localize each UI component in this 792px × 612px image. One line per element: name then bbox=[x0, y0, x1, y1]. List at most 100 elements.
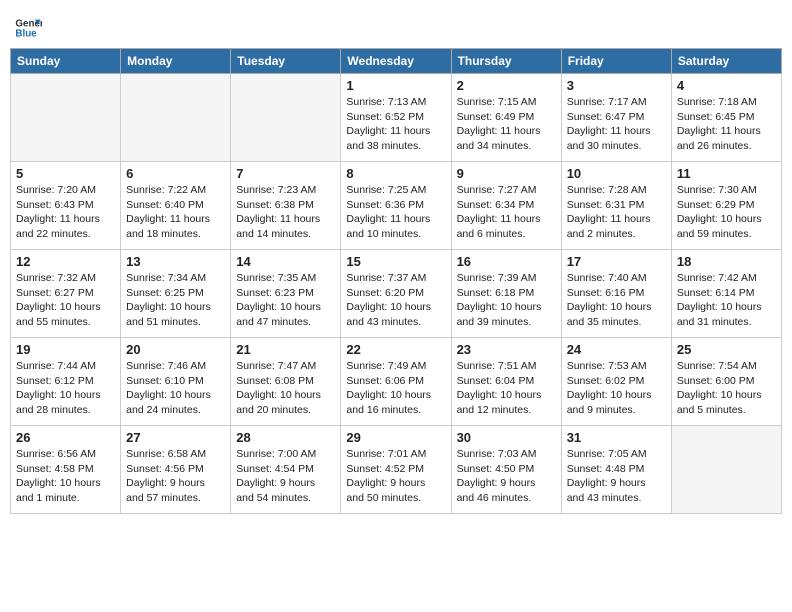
day-number: 7 bbox=[236, 166, 335, 181]
day-number: 13 bbox=[126, 254, 225, 269]
cell-info: Sunrise: 7:23 AM Sunset: 6:38 PM Dayligh… bbox=[236, 183, 335, 242]
cell-info: Sunrise: 7:46 AM Sunset: 6:10 PM Dayligh… bbox=[126, 359, 225, 418]
calendar-cell: 27 Sunrise: 6:58 AM Sunset: 4:56 PM Dayli… bbox=[121, 426, 231, 514]
weekday-header-tuesday: Tuesday bbox=[231, 49, 341, 74]
day-number: 9 bbox=[457, 166, 556, 181]
cell-info: Sunrise: 7:22 AM Sunset: 6:40 PM Dayligh… bbox=[126, 183, 225, 242]
day-number: 1 bbox=[346, 78, 445, 93]
logo-icon: General Blue bbox=[14, 14, 42, 42]
cell-info: Sunrise: 7:30 AM Sunset: 6:29 PM Dayligh… bbox=[677, 183, 776, 242]
calendar-cell: 4Sunrise: 7:18 AM Sunset: 6:45 PM Daylig… bbox=[671, 74, 781, 162]
weekday-header-wednesday: Wednesday bbox=[341, 49, 451, 74]
calendar-cell: 2 Sunrise: 7:15 AM Sunset: 6:49 PM Daylig… bbox=[451, 74, 561, 162]
day-number: 27 bbox=[126, 430, 225, 445]
svg-text:Blue: Blue bbox=[15, 28, 37, 39]
cell-info: Sunrise: 7:47 AM Sunset: 6:08 PM Dayligh… bbox=[236, 359, 335, 418]
calendar-cell: 13 Sunrise: 7:34 AM Sunset: 6:25 PM Dayli… bbox=[121, 250, 231, 338]
day-number: 8 bbox=[346, 166, 445, 181]
cell-info: Sunrise: 7:01 AM Sunset: 4:52 PM Dayligh… bbox=[346, 447, 445, 506]
day-number: 20 bbox=[126, 342, 225, 357]
calendar-cell bbox=[11, 74, 121, 162]
calendar-week-5: 26 Sunrise: 6:56 AM Sunset: 4:58 PM Dayli… bbox=[11, 426, 782, 514]
day-number: 18 bbox=[677, 254, 776, 269]
cell-info: Sunrise: 7:54 AM Sunset: 6:00 PM Dayligh… bbox=[677, 359, 776, 418]
calendar-cell: 7 Sunrise: 7:23 AM Sunset: 6:38 PM Daylig… bbox=[231, 162, 341, 250]
cell-info: Sunrise: 7:34 AM Sunset: 6:25 PM Dayligh… bbox=[126, 271, 225, 330]
calendar-cell: 21 Sunrise: 7:47 AM Sunset: 6:08 PM Dayli… bbox=[231, 338, 341, 426]
calendar-cell: 16 Sunrise: 7:39 AM Sunset: 6:18 PM Dayli… bbox=[451, 250, 561, 338]
calendar-cell: 22 Sunrise: 7:49 AM Sunset: 6:06 PM Dayli… bbox=[341, 338, 451, 426]
calendar-week-4: 19 Sunrise: 7:44 AM Sunset: 6:12 PM Dayli… bbox=[11, 338, 782, 426]
cell-info: Sunrise: 7:18 AM Sunset: 6:45 PM Dayligh… bbox=[677, 95, 776, 154]
day-number: 23 bbox=[457, 342, 556, 357]
calendar-cell: 29 Sunrise: 7:01 AM Sunset: 4:52 PM Dayli… bbox=[341, 426, 451, 514]
cell-info: Sunrise: 6:58 AM Sunset: 4:56 PM Dayligh… bbox=[126, 447, 225, 506]
day-number: 24 bbox=[567, 342, 666, 357]
calendar-cell: 26 Sunrise: 6:56 AM Sunset: 4:58 PM Dayli… bbox=[11, 426, 121, 514]
cell-info: Sunrise: 7:13 AM Sunset: 6:52 PM Dayligh… bbox=[346, 95, 445, 154]
day-number: 2 bbox=[457, 78, 556, 93]
cell-info: Sunrise: 7:42 AM Sunset: 6:14 PM Dayligh… bbox=[677, 271, 776, 330]
calendar-week-1: 1 Sunrise: 7:13 AM Sunset: 6:52 PM Daylig… bbox=[11, 74, 782, 162]
calendar-table: SundayMondayTuesdayWednesdayThursdayFrid… bbox=[10, 48, 782, 514]
cell-info: Sunrise: 6:56 AM Sunset: 4:58 PM Dayligh… bbox=[16, 447, 115, 506]
day-number: 29 bbox=[346, 430, 445, 445]
day-number: 31 bbox=[567, 430, 666, 445]
cell-info: Sunrise: 7:51 AM Sunset: 6:04 PM Dayligh… bbox=[457, 359, 556, 418]
weekday-header-friday: Friday bbox=[561, 49, 671, 74]
calendar-cell: 24 Sunrise: 7:53 AM Sunset: 6:02 PM Dayli… bbox=[561, 338, 671, 426]
day-number: 15 bbox=[346, 254, 445, 269]
day-number: 10 bbox=[567, 166, 666, 181]
calendar-cell: 25Sunrise: 7:54 AM Sunset: 6:00 PM Dayli… bbox=[671, 338, 781, 426]
calendar-cell: 17 Sunrise: 7:40 AM Sunset: 6:16 PM Dayli… bbox=[561, 250, 671, 338]
cell-info: Sunrise: 7:17 AM Sunset: 6:47 PM Dayligh… bbox=[567, 95, 666, 154]
calendar-week-3: 12Sunrise: 7:32 AM Sunset: 6:27 PM Dayli… bbox=[11, 250, 782, 338]
calendar-cell bbox=[121, 74, 231, 162]
day-number: 14 bbox=[236, 254, 335, 269]
day-number: 16 bbox=[457, 254, 556, 269]
weekday-header-sunday: Sunday bbox=[11, 49, 121, 74]
day-number: 19 bbox=[16, 342, 115, 357]
weekday-header-monday: Monday bbox=[121, 49, 231, 74]
cell-info: Sunrise: 7:28 AM Sunset: 6:31 PM Dayligh… bbox=[567, 183, 666, 242]
cell-info: Sunrise: 7:05 AM Sunset: 4:48 PM Dayligh… bbox=[567, 447, 666, 506]
day-number: 11 bbox=[677, 166, 776, 181]
cell-info: Sunrise: 7:49 AM Sunset: 6:06 PM Dayligh… bbox=[346, 359, 445, 418]
calendar-cell: 1 Sunrise: 7:13 AM Sunset: 6:52 PM Daylig… bbox=[341, 74, 451, 162]
weekday-header-thursday: Thursday bbox=[451, 49, 561, 74]
weekday-header-saturday: Saturday bbox=[671, 49, 781, 74]
day-number: 3 bbox=[567, 78, 666, 93]
cell-info: Sunrise: 7:00 AM Sunset: 4:54 PM Dayligh… bbox=[236, 447, 335, 506]
day-number: 26 bbox=[16, 430, 115, 445]
cell-info: Sunrise: 7:15 AM Sunset: 6:49 PM Dayligh… bbox=[457, 95, 556, 154]
cell-info: Sunrise: 7:27 AM Sunset: 6:34 PM Dayligh… bbox=[457, 183, 556, 242]
calendar-cell: 11 Sunrise: 7:30 AM Sunset: 6:29 PM Dayli… bbox=[671, 162, 781, 250]
calendar-cell: 8 Sunrise: 7:25 AM Sunset: 6:36 PM Daylig… bbox=[341, 162, 451, 250]
day-number: 30 bbox=[457, 430, 556, 445]
day-number: 28 bbox=[236, 430, 335, 445]
cell-info: Sunrise: 7:39 AM Sunset: 6:18 PM Dayligh… bbox=[457, 271, 556, 330]
day-number: 12 bbox=[16, 254, 115, 269]
page-header: General Blue bbox=[10, 10, 782, 42]
day-number: 22 bbox=[346, 342, 445, 357]
logo: General Blue bbox=[14, 14, 46, 42]
cell-info: Sunrise: 7:37 AM Sunset: 6:20 PM Dayligh… bbox=[346, 271, 445, 330]
calendar-cell bbox=[231, 74, 341, 162]
cell-info: Sunrise: 7:44 AM Sunset: 6:12 PM Dayligh… bbox=[16, 359, 115, 418]
weekday-header-row: SundayMondayTuesdayWednesdayThursdayFrid… bbox=[11, 49, 782, 74]
calendar-cell bbox=[671, 426, 781, 514]
cell-info: Sunrise: 7:25 AM Sunset: 6:36 PM Dayligh… bbox=[346, 183, 445, 242]
cell-info: Sunrise: 7:40 AM Sunset: 6:16 PM Dayligh… bbox=[567, 271, 666, 330]
cell-info: Sunrise: 7:53 AM Sunset: 6:02 PM Dayligh… bbox=[567, 359, 666, 418]
cell-info: Sunrise: 7:03 AM Sunset: 4:50 PM Dayligh… bbox=[457, 447, 556, 506]
day-number: 17 bbox=[567, 254, 666, 269]
calendar-cell: 14Sunrise: 7:35 AM Sunset: 6:23 PM Dayli… bbox=[231, 250, 341, 338]
day-number: 21 bbox=[236, 342, 335, 357]
day-number: 5 bbox=[16, 166, 115, 181]
calendar-week-2: 5Sunrise: 7:20 AM Sunset: 6:43 PM Daylig… bbox=[11, 162, 782, 250]
calendar-cell: 15 Sunrise: 7:37 AM Sunset: 6:20 PM Dayli… bbox=[341, 250, 451, 338]
calendar-cell: 10 Sunrise: 7:28 AM Sunset: 6:31 PM Dayli… bbox=[561, 162, 671, 250]
calendar-cell: 6Sunrise: 7:22 AM Sunset: 6:40 PM Daylig… bbox=[121, 162, 231, 250]
calendar-cell: 18 Sunrise: 7:42 AM Sunset: 6:14 PM Dayli… bbox=[671, 250, 781, 338]
calendar-cell: 5Sunrise: 7:20 AM Sunset: 6:43 PM Daylig… bbox=[11, 162, 121, 250]
